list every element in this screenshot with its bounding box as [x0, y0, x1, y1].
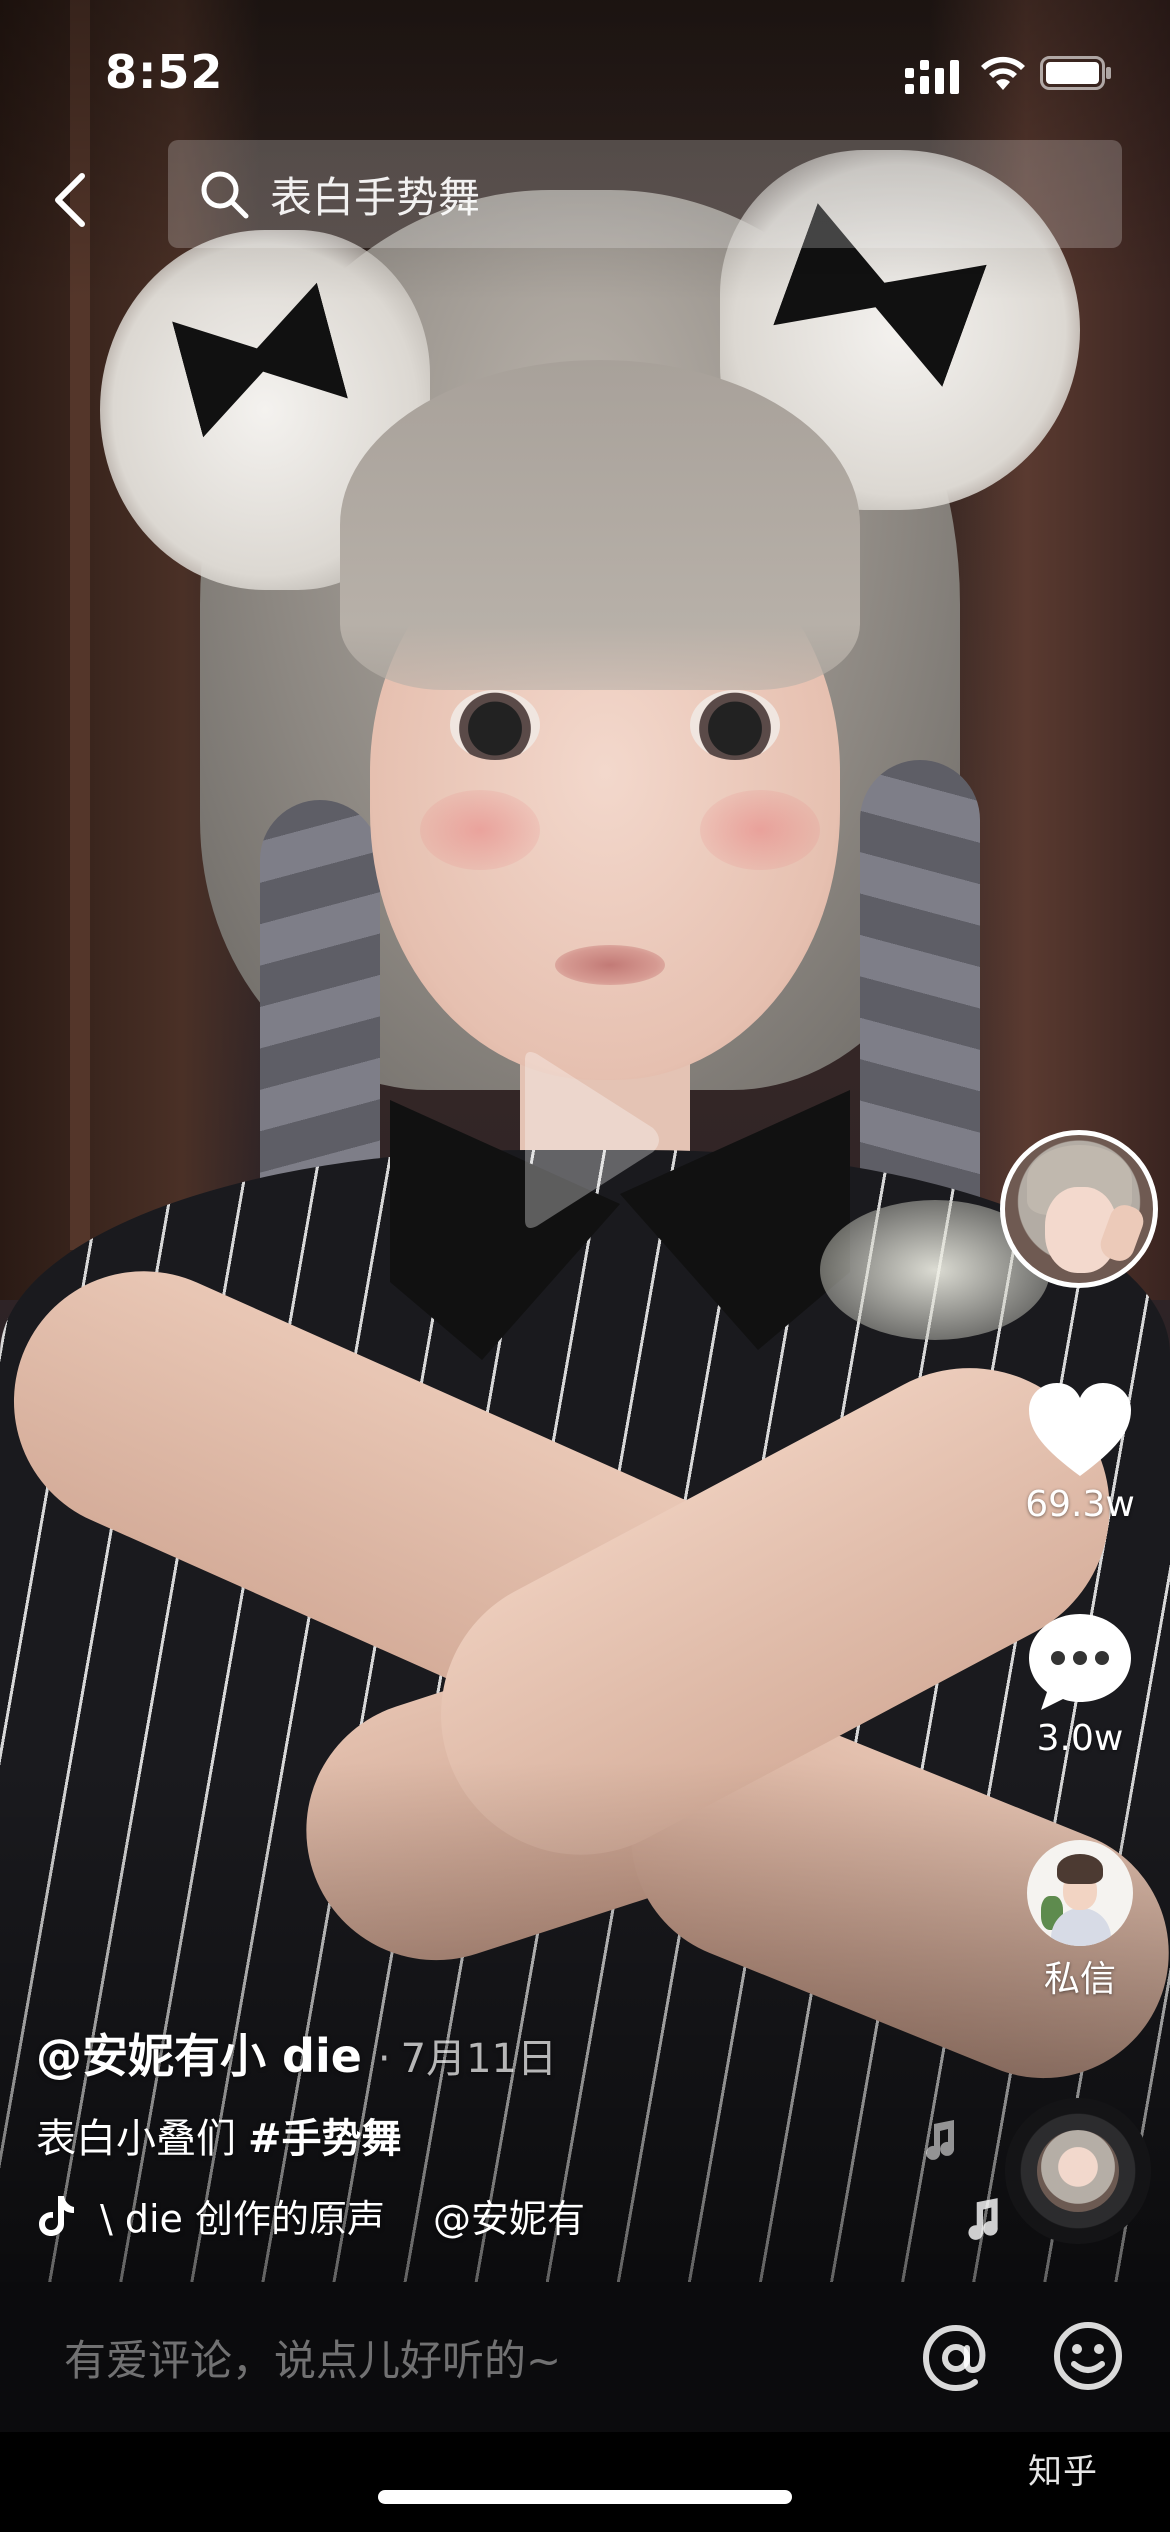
at-icon[interactable] [918, 2320, 994, 2396]
author-name[interactable]: @安妮有小 die [36, 2020, 362, 2086]
like-count: 69.3w [1025, 1484, 1135, 1525]
post-date: 7月11日 [378, 2026, 557, 2084]
comment-count: 3.0w [1036, 1718, 1124, 1759]
video-mouth [555, 945, 665, 985]
search-query: 表白手势舞 [270, 172, 481, 222]
music-track-name: \ die 创作的原声 [100, 2197, 386, 2241]
comment-bar: 有爱评论，说点儿好听的~ [0, 2282, 1170, 2432]
music-track: \ die 创作的原声 @安妮有 [100, 2188, 700, 2243]
music-note-icon [926, 2120, 955, 2160]
description-text: 表白小叠们 [36, 2116, 236, 2162]
direct-message-button[interactable]: 私信 [1005, 1840, 1155, 2002]
like-button[interactable]: 69.3w [1005, 1380, 1155, 1525]
emoji-icon[interactable] [1052, 2320, 1124, 2392]
video-eye [690, 690, 780, 760]
hashtag-link[interactable]: #手势舞 [248, 2116, 402, 2162]
status-bar: 8:52 [0, 0, 1170, 150]
zhihu-watermark: 知乎 [1028, 2452, 1098, 2492]
music-note-icon [968, 2198, 998, 2240]
video-description: 表白小叠们 #手势舞 [36, 2106, 936, 2164]
battery-icon [1040, 56, 1111, 90]
chevron-left-icon [55, 173, 85, 227]
comment-bubble-icon [1029, 1614, 1131, 1710]
play-icon[interactable] [505, 1040, 665, 1240]
video-caption: @安妮有小 die 7月11日 表白小叠们 #手势舞 \ die 创作的原声 @安妮… [36, 2020, 936, 2243]
tiktok-note-icon [39, 2195, 74, 2236]
music-line[interactable]: \ die 创作的原声 @安妮有 [36, 2188, 936, 2243]
author-avatar[interactable] [1000, 1130, 1158, 1288]
heart-icon [1029, 1383, 1131, 1476]
home-indicator[interactable] [378, 2490, 792, 2504]
cellular-signal-icon [905, 60, 959, 94]
video-blush [420, 790, 540, 870]
music-disc-cover [1037, 2130, 1119, 2212]
comment-input[interactable]: 有爱评论，说点儿好听的~ [64, 2327, 561, 2388]
video-blush [700, 790, 820, 870]
dm-avatar [1027, 1840, 1133, 1946]
search-icon [201, 171, 249, 219]
wifi-icon [981, 56, 1025, 90]
author-line: @安妮有小 die 7月11日 [36, 2020, 936, 2086]
dm-avatar-hair [1057, 1854, 1103, 1884]
video-bangs [340, 360, 860, 690]
comment-button[interactable]: 3.0w [1005, 1610, 1155, 1759]
music-track-author: @安妮有 [433, 2197, 586, 2241]
bottom-safe-area: 知乎 [0, 2432, 1170, 2532]
music-disc[interactable] [1005, 2098, 1151, 2244]
dm-label: 私信 [1043, 1959, 1116, 2000]
back-button[interactable] [40, 160, 100, 240]
status-time: 8:52 [105, 45, 224, 99]
search-bar[interactable]: 表白手势舞 [168, 140, 1122, 248]
video-eye [450, 690, 540, 760]
